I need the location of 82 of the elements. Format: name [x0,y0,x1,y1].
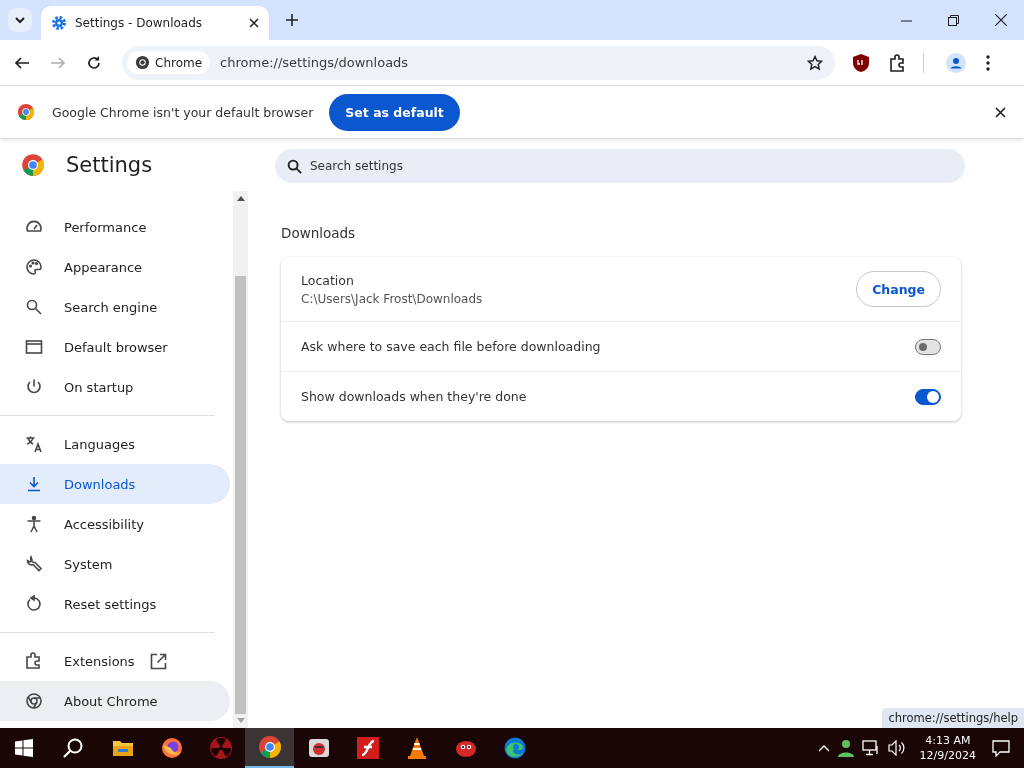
window-icon [25,338,43,356]
sidebar-item[interactable]: Search engine [0,287,230,327]
menu-icon[interactable] [986,54,990,71]
flash-icon [355,736,380,760]
firefox-icon [159,736,184,760]
sidebar-item[interactable]: Performance [0,207,230,247]
chrome-logo-icon [21,153,45,177]
profile-icon[interactable] [946,52,966,73]
tab-search-button[interactable] [8,8,32,32]
sidebar-item[interactable]: Downloads [0,464,230,504]
reload-icon[interactable] [86,54,102,71]
new-tab-icon[interactable] [286,14,298,26]
system-clock[interactable]: 4:13 AM 12/9/2024 [919,734,976,762]
windows-start-icon[interactable] [15,739,33,757]
set-default-button[interactable]: Set as default [329,93,460,131]
close-icon[interactable] [249,18,259,28]
shield-icon[interactable] [853,53,869,72]
sidebar-item[interactable]: Languages [0,424,230,464]
volume-icon[interactable] [887,740,906,756]
taskbar-app[interactable] [245,728,294,768]
change-button[interactable]: Change [856,271,941,307]
location-path: C:\Users\Jack Frost\Downloads [301,291,483,306]
chip-label: Chrome [155,55,203,70]
toggle-switch[interactable] [915,388,941,405]
close-icon[interactable] [995,14,1007,26]
site-chip[interactable]: Chrome [127,51,211,74]
search-input[interactable]: Search settings [308,158,965,174]
edge-icon [502,736,527,760]
search-icon[interactable] [62,737,84,759]
notification-icon[interactable] [992,739,1010,757]
section-title: Downloads [281,225,357,241]
star-icon[interactable] [807,54,823,71]
infobar-message: Google Chrome isn't your default browser [52,104,314,120]
puzzle-icon [25,652,43,670]
tab-title: Settings - Downloads [75,16,204,30]
reset-icon [25,595,43,613]
location-label: Location [301,272,355,288]
wrench-icon [25,555,43,573]
radiation-icon [208,736,233,760]
person-icon[interactable] [837,739,854,757]
close-icon[interactable] [995,106,1006,118]
chrome-icon [257,735,282,759]
address-bar[interactable]: Chrome chrome://settings/downloads [122,45,835,80]
puzzle-icon[interactable] [889,53,907,72]
sidebar-item[interactable]: Accessibility [0,504,230,544]
clock-date: 12/9/2024 [919,749,976,762]
sidebar-item[interactable]: Default browser [0,327,230,367]
translate-icon [25,435,43,453]
sidebar-item[interactable]: System [0,544,230,584]
search-icon [287,158,302,174]
setting-label: Show downloads when they're done [301,389,527,404]
chevron-down-icon [14,14,26,26]
sidebar-item[interactable]: Appearance [0,247,230,287]
chevron-up-icon[interactable] [817,744,830,752]
palette-icon [25,258,43,276]
browser-tab[interactable]: Settings - Downloads [41,6,269,40]
status-tooltip: chrome://settings/help [882,708,1024,728]
search-icon [25,298,43,316]
toggle-switch[interactable] [915,338,941,355]
power-icon [25,378,43,396]
url-text: chrome://settings/downloads [220,55,410,70]
settings-title: Settings [66,153,153,177]
sidebar-item[interactable]: About Chrome [0,681,230,721]
search-bar[interactable]: Search settings [275,149,965,183]
scroll-up-icon[interactable] [236,195,245,201]
network-icon[interactable] [861,740,880,756]
external-link-icon [149,652,167,670]
chrome-icon [25,692,43,710]
back-icon[interactable] [14,54,30,71]
download-icon [25,475,43,493]
sidebar-item[interactable]: Extensions [0,641,230,681]
sidebar-item[interactable]: Reset settings [0,584,230,624]
clock-time: 4:13 AM [925,734,971,747]
gear-icon [51,15,67,31]
restore-icon[interactable] [948,14,959,26]
person-icon [25,515,43,533]
sidebar-item[interactable]: On startup [0,367,230,407]
chrome-logo-icon [17,103,35,121]
chrome-icon [135,55,150,70]
game-icon [306,736,331,760]
scrollbar[interactable] [233,191,248,728]
setting-label: Ask where to save each file before downloading [301,339,601,354]
